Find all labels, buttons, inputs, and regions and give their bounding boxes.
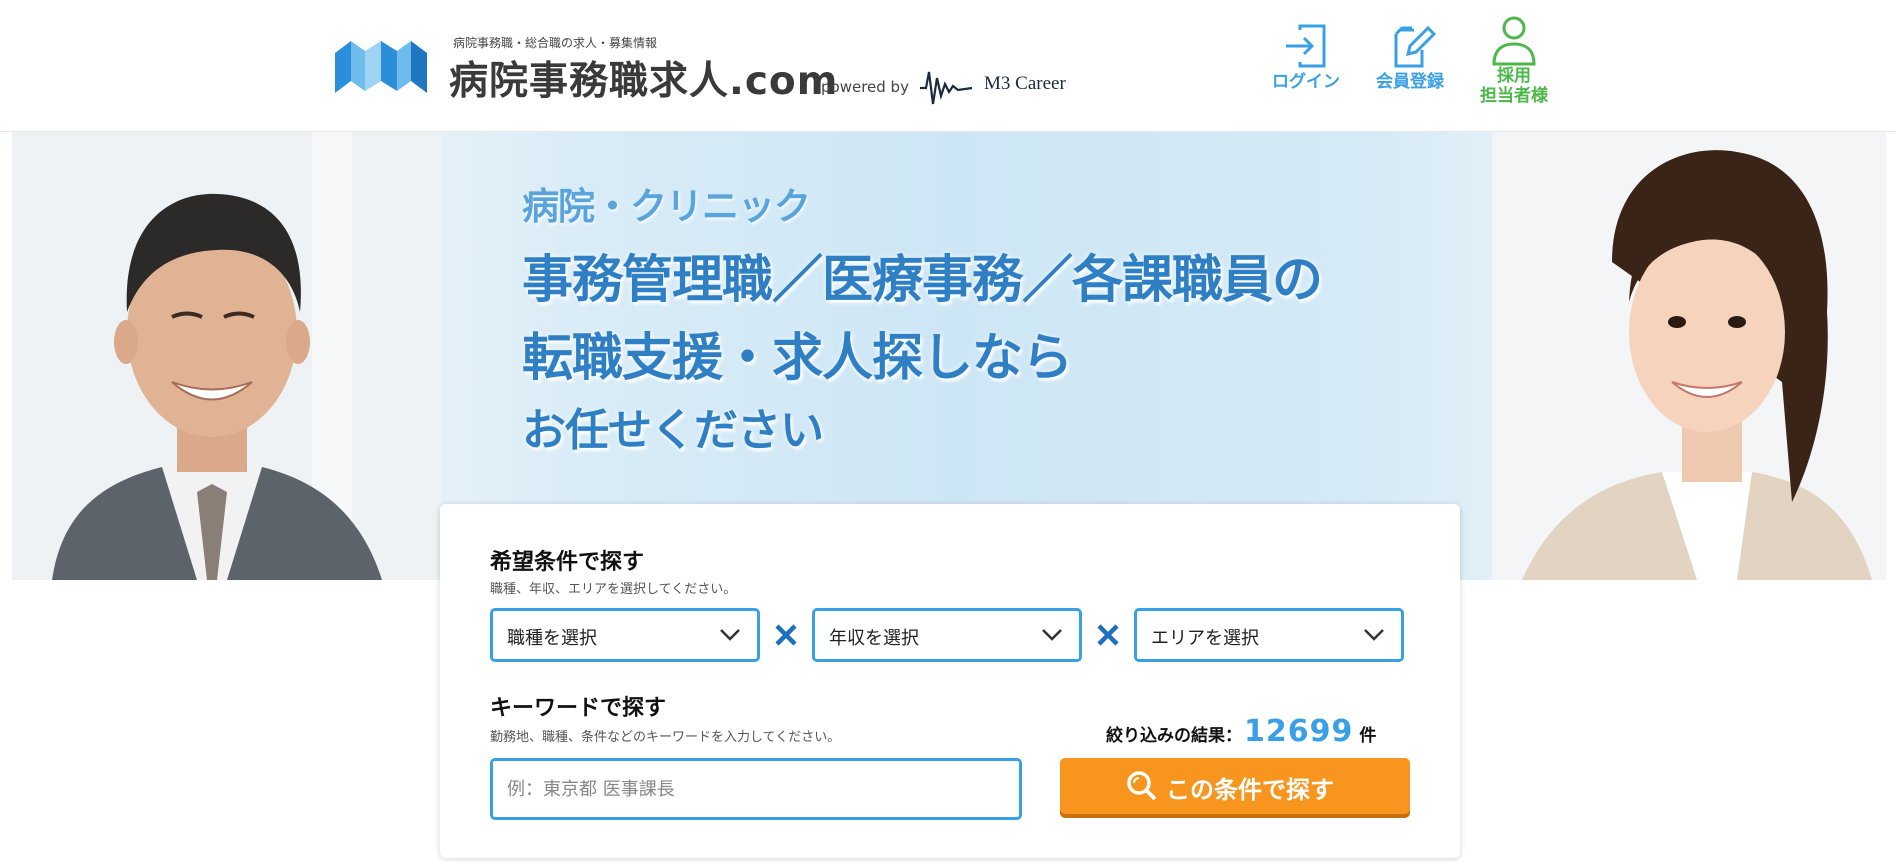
salary-select[interactable]: 年収を選択 [812, 608, 1082, 662]
chevron-down-icon [1042, 629, 1062, 641]
site-title[interactable]: 病院事務職求人.com [449, 50, 838, 106]
chevron-down-icon [720, 629, 740, 641]
powered-by-text: powered by [821, 78, 909, 96]
conditions-title: 希望条件で探す [490, 550, 645, 575]
nav-register-label: 会員登録 [1376, 72, 1444, 92]
register-icon [1394, 25, 1437, 68]
nav-login-label: ログイン [1272, 72, 1340, 92]
keyword-title: キーワードで探す [490, 696, 667, 721]
nav-login[interactable]: ログイン [1272, 14, 1340, 92]
logo-mark-icon[interactable] [335, 41, 427, 93]
area-select[interactable]: エリアを選択 [1134, 608, 1404, 662]
hero-headline-line3: お任せください [522, 405, 824, 456]
result-summary: 絞り込みの結果：12699 件 [1106, 714, 1376, 749]
conditions-help: 職種、年収、エリアを選択してください。 [490, 582, 737, 597]
partner-name: M3 Career [984, 73, 1066, 94]
nav-recruiter[interactable]: 採用 担当者様 [1480, 14, 1548, 106]
recruiter-icon [1492, 16, 1536, 66]
job-type-select-label: 職種を選択 [507, 628, 597, 649]
login-icon [1286, 24, 1326, 68]
times-icon [1097, 624, 1119, 646]
site-tagline: 病院事務職・総合職の求人・募集情報 [453, 36, 658, 50]
search-button[interactable]: この条件で探す [1060, 758, 1410, 814]
result-unit: 件 [1359, 726, 1377, 746]
salary-select-label: 年収を選択 [829, 628, 919, 649]
chevron-down-icon [1364, 629, 1384, 641]
hero-subheading: 病院・クリニック [522, 185, 811, 228]
search-icon [1127, 771, 1157, 801]
job-type-select[interactable]: 職種を選択 [490, 608, 760, 662]
result-count: 12699 [1244, 714, 1354, 749]
nav-register[interactable]: 会員登録 [1376, 14, 1444, 92]
hero-man-photo [12, 132, 442, 580]
m3-wave-icon [920, 71, 973, 105]
search-panel: 希望条件で探す 職種、年収、エリアを選択してください。 職種を選択 年収を選択 … [440, 504, 1460, 858]
times-icon [775, 624, 797, 646]
keyword-input[interactable] [490, 758, 1022, 820]
site-header: 病院事務職・総合職の求人・募集情報 病院事務職求人.com powered by… [0, 0, 1896, 132]
nav-recruiter-label-line1: 採用 [1497, 66, 1531, 86]
hero-woman-photo [1492, 132, 1886, 580]
result-label: 絞り込みの結果： [1106, 726, 1242, 746]
hero-headline-line2: 転職支援・求人探しなら [522, 329, 1073, 388]
keyword-help: 勤務地、職種、条件などのキーワードを入力してください。 [490, 730, 841, 745]
area-select-label: エリアを選択 [1151, 628, 1259, 649]
nav-recruiter-label-line2: 担当者様 [1480, 86, 1548, 106]
search-button-label: この条件で探す [1166, 776, 1334, 804]
hero-headline-line1: 事務管理職／医療事務／各課職員の [522, 251, 1323, 310]
